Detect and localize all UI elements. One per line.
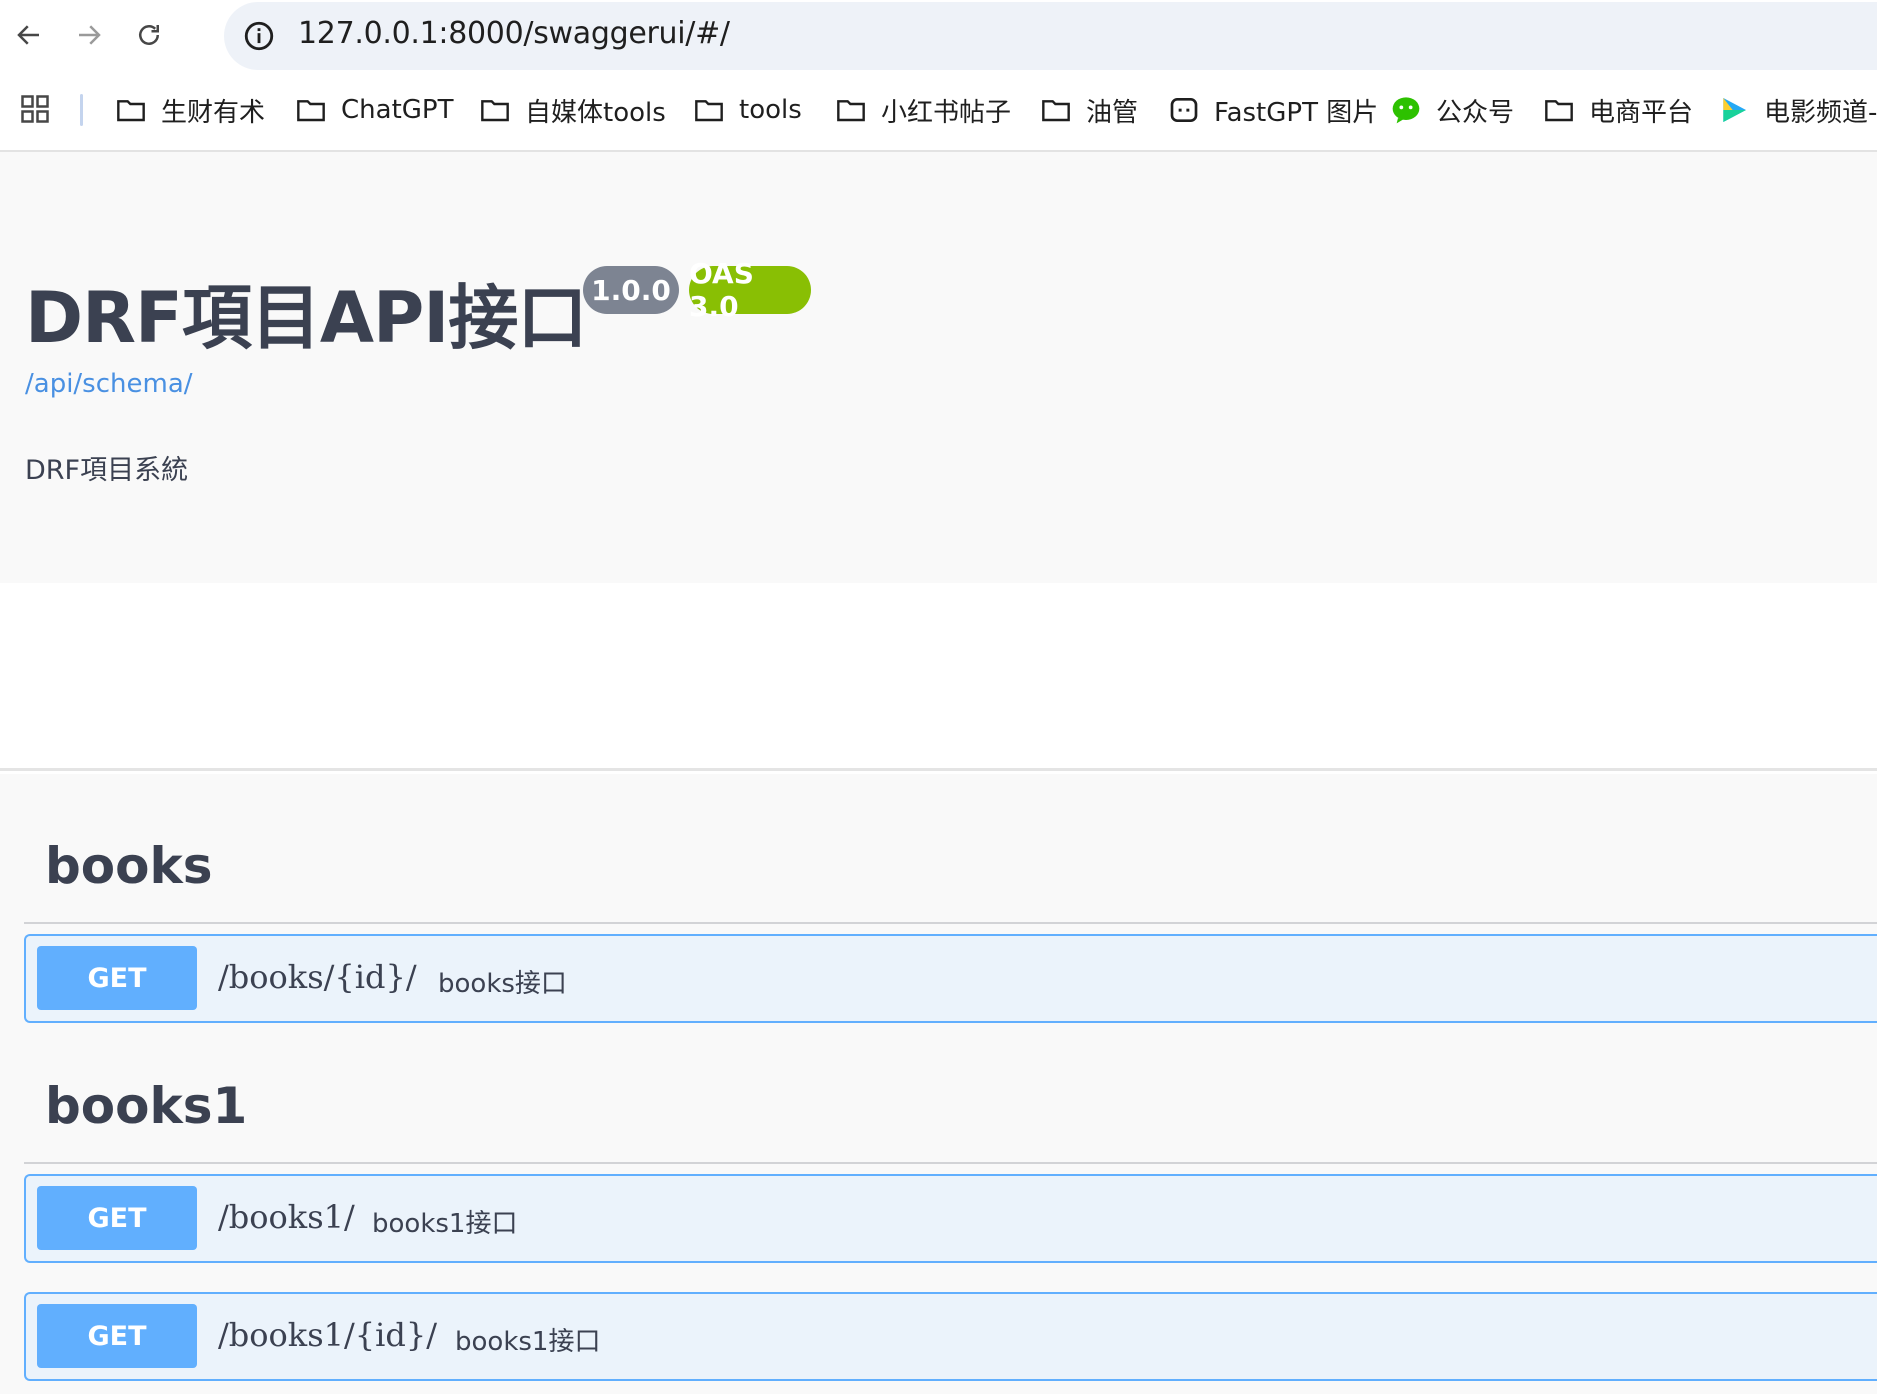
schema-link[interactable]: /api/schema/ (25, 369, 193, 399)
bookmark-fastgpt[interactable]: FastGPT 图片 (1168, 90, 1378, 130)
forward-button[interactable] (66, 12, 112, 58)
bookmark-label: tools (739, 95, 802, 125)
address-bar[interactable]: 127.0.0.1:8000/swaggerui/#/ (224, 2, 1877, 70)
tag-books1-title[interactable]: books1 (45, 1077, 247, 1135)
opblock-get-books1-id[interactable]: GET /books1/{id}/ books1接口 (24, 1292, 1877, 1381)
folder-icon (297, 100, 325, 122)
tag-books-title[interactable]: books (45, 837, 213, 895)
method-badge-get: GET (37, 946, 197, 1010)
operation-path: /books1/{id}/ (218, 1316, 437, 1354)
bookmark-folder[interactable]: 油管 (1040, 90, 1138, 130)
method-badge-get: GET (37, 1304, 197, 1368)
bookmark-folder[interactable]: 生财有术 (115, 90, 265, 130)
url-text[interactable]: 127.0.0.1:8000/swaggerui/#/ (298, 16, 730, 51)
operations-section: books GET /books/{id}/ books接口 books1 GE… (0, 774, 1877, 1394)
back-arrow-icon (17, 25, 39, 45)
play-icon (1723, 98, 1746, 122)
operation-path: /books/{id}/ (218, 958, 417, 996)
bookmark-label: 生财有术 (161, 97, 266, 128)
tag-divider (24, 922, 1877, 924)
oas-badge: OAS 3.0 (689, 257, 811, 323)
bookmark-label: 油管 (1086, 97, 1139, 128)
reload-button[interactable] (126, 12, 172, 58)
operation-summary: books接口 (438, 969, 567, 999)
bookmark-label: 小红书帖子 (881, 97, 1012, 128)
wechat-icon (1392, 97, 1420, 124)
reload-icon (139, 25, 159, 45)
operation-path: /books1/ (218, 1198, 355, 1236)
bookmark-label: ChatGPT (341, 95, 454, 125)
bookmarks-bar: 生财有术 ChatGPT 自媒体tools tools 小红书帖子 油管 Fas… (0, 72, 1877, 152)
api-info-section: DRF項目API接口 1.0.0 OAS 3.0 /api/schema/ DR… (0, 152, 1877, 583)
site-info-icon[interactable] (242, 19, 276, 53)
browser-toolbar: 127.0.0.1:8000/swaggerui/#/ (0, 0, 1877, 72)
operation-summary: books1接口 (455, 1327, 601, 1357)
bookmark-label: 电商平台 (1589, 97, 1694, 128)
apps-grid-icon[interactable] (20, 94, 50, 124)
bookmark-label: 自媒体tools (525, 97, 666, 128)
folder-icon (1545, 100, 1573, 122)
opblock-get-books-id[interactable]: GET /books/{id}/ books接口 (24, 934, 1877, 1023)
folder-icon (695, 100, 723, 122)
bookmark-folder[interactable]: 自媒体tools (479, 90, 666, 130)
bookmark-folder[interactable]: ChatGPT (295, 90, 453, 130)
bookmark-folder[interactable]: tools (693, 90, 802, 130)
folder-icon (1042, 100, 1070, 122)
bookmark-label: 公众号 (1436, 97, 1515, 128)
bookmarks-divider (80, 94, 83, 126)
bookmark-label: FastGPT 图片 (1214, 97, 1379, 128)
tag-divider (24, 1162, 1877, 1164)
forward-arrow-icon (79, 25, 101, 45)
bookmark-folder[interactable]: 小红书帖子 (835, 90, 1011, 130)
opblock-get-books1[interactable]: GET /books1/ books1接口 (24, 1174, 1877, 1263)
scheme-container (0, 583, 1877, 771)
bookmark-video[interactable]: 电影频道-和 (1718, 90, 1877, 130)
bookmark-label: 电影频道-和 (1764, 97, 1877, 128)
folder-icon (481, 100, 509, 122)
page-title: DRF項目API接口 (25, 277, 587, 359)
folder-icon (837, 100, 865, 122)
bookmark-folder[interactable]: 电商平台 (1543, 90, 1693, 130)
version-badge: 1.0.0 (583, 266, 679, 314)
operation-summary: books1接口 (372, 1209, 518, 1239)
api-description: DRF項目系統 (25, 455, 189, 486)
fastgpt-icon (1170, 98, 1198, 122)
bookmark-wechat[interactable]: 公众号 (1390, 90, 1514, 130)
back-button[interactable] (6, 12, 52, 58)
method-badge-get: GET (37, 1186, 197, 1250)
folder-icon (117, 100, 145, 122)
